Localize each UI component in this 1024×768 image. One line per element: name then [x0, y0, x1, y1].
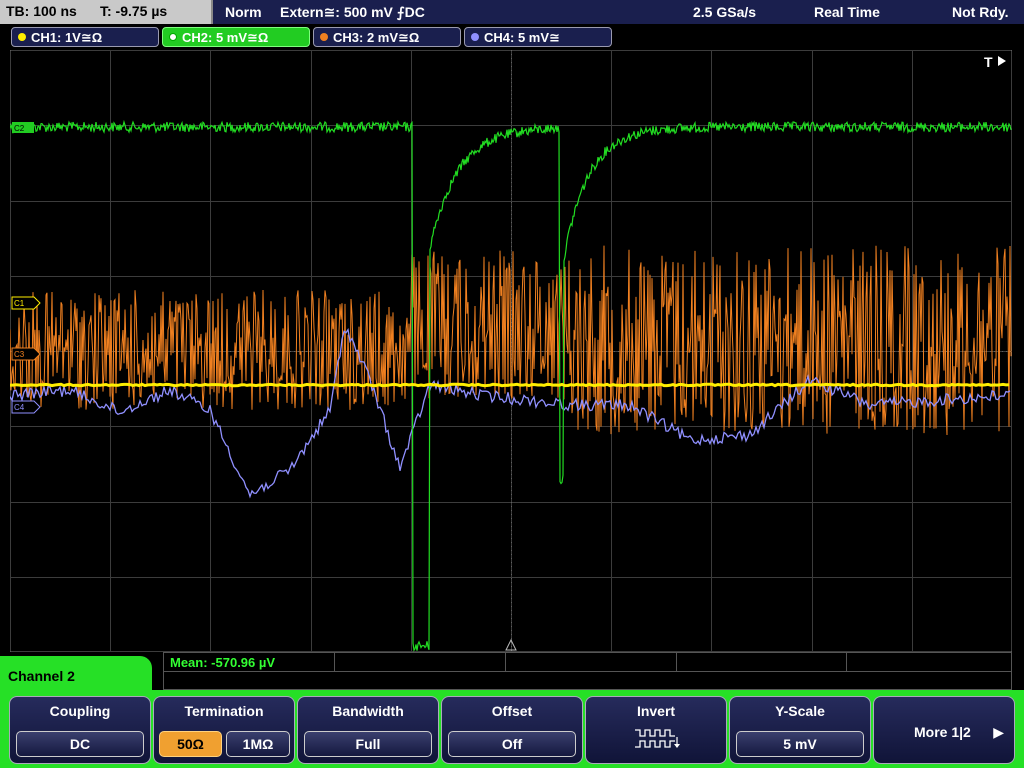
- yscale-button[interactable]: Y-Scale 5 mV: [729, 696, 871, 764]
- coupling-value[interactable]: DC: [16, 731, 144, 757]
- ch4-dot-icon: [471, 33, 479, 41]
- invert-button[interactable]: Invert: [585, 696, 727, 764]
- right-arrow-icon: ▶: [993, 724, 1004, 740]
- timebase-value: TB: 100 ns: [6, 3, 77, 19]
- meas-divider: [676, 653, 677, 671]
- ch3-label: CH3: 2 mV≅Ω: [333, 30, 420, 45]
- offset-value[interactable]: Off: [448, 731, 576, 757]
- termination-button[interactable]: Termination 50Ω 1MΩ: [153, 696, 295, 764]
- tab-ch1[interactable]: CH1: 1V≅Ω: [11, 27, 159, 47]
- trigger-marker-label: T: [984, 54, 993, 70]
- coupling-title: Coupling: [49, 703, 111, 719]
- meas-divider: [846, 653, 847, 671]
- c2-offset-marker[interactable]: C2: [12, 122, 34, 133]
- sample-rate: 2.5 GSa/s: [693, 4, 757, 20]
- meas-divider: [334, 653, 335, 671]
- timebase-box[interactable]: TB: 100 ns T: -9.75 µs: [0, 0, 213, 24]
- meas-divider: [505, 653, 506, 671]
- ch2-dot-icon: [169, 33, 177, 41]
- offset-title: Offset: [491, 703, 533, 719]
- tab-ch3[interactable]: CH3: 2 mV≅Ω: [313, 27, 461, 47]
- termination-50-option[interactable]: 50Ω: [159, 731, 222, 757]
- yscale-value[interactable]: 5 mV: [736, 731, 864, 757]
- tab-ch4[interactable]: CH4: 5 mV≅: [464, 27, 612, 47]
- bandwidth-button[interactable]: Bandwidth Full: [297, 696, 439, 764]
- soft-menu: Coupling DC Termination 50Ω 1MΩ Bandwidt…: [0, 690, 1024, 768]
- time-offset-value: T: -9.75 µs: [100, 3, 168, 19]
- c1-offset-marker[interactable]: C1: [11, 296, 41, 310]
- channel-bar: CH1: 1V≅Ω CH2: 5 mV≅Ω CH3: 2 mV≅Ω CH4: 5…: [0, 24, 1024, 50]
- meas-divider: [164, 671, 1011, 672]
- ch4-label: CH4: 5 mV≅: [484, 30, 560, 45]
- status-bar: TB: 100 ns T: -9.75 µs Norm Extern≅: 500…: [0, 0, 1024, 24]
- offset-button[interactable]: Offset Off: [441, 696, 583, 764]
- c2-marker-label: C2: [14, 124, 25, 133]
- invert-waveform-icon: [635, 729, 680, 748]
- yscale-title: Y-Scale: [775, 703, 825, 719]
- measurement-panel[interactable]: Mean: -570.96 µV: [163, 652, 1012, 690]
- trigger-mode[interactable]: Norm: [225, 4, 262, 20]
- c4-offset-marker[interactable]: C4: [11, 400, 41, 414]
- acquisition-mode: Real Time: [814, 4, 880, 20]
- trigger-state: Not Rdy.: [952, 4, 1009, 20]
- ch3-dot-icon: [320, 33, 328, 41]
- ch1-label: CH1: 1V≅Ω: [31, 30, 103, 45]
- tab-ch2[interactable]: CH2: 5 mV≅Ω: [162, 27, 310, 47]
- c1-marker-label: C1: [14, 299, 25, 308]
- bandwidth-title: Bandwidth: [332, 703, 404, 719]
- more-button[interactable]: More 1|2 ▶: [873, 696, 1015, 764]
- more-label: More 1|2: [914, 724, 971, 740]
- termination-1m-option[interactable]: 1MΩ: [226, 731, 290, 757]
- trigger-source[interactable]: Extern≅: 500 mV ⨍DC: [280, 4, 425, 21]
- termination-title: Termination: [184, 703, 264, 719]
- invert-title: Invert: [636, 703, 676, 719]
- c3-marker-label: C3: [14, 350, 25, 359]
- ch1-waveform: [10, 382, 1010, 388]
- c4-marker-label: C4: [14, 403, 25, 412]
- ch2-label: CH2: 5 mV≅Ω: [182, 30, 269, 45]
- mean-measurement: Mean: -570.96 µV: [170, 655, 276, 670]
- ch1-dot-icon: [18, 33, 26, 41]
- menu-title: Channel 2: [8, 668, 75, 684]
- coupling-button[interactable]: Coupling DC: [9, 696, 151, 764]
- waveform-display[interactable]: C2 C1 C3 C4 T: [10, 50, 1012, 652]
- bandwidth-value[interactable]: Full: [304, 731, 432, 757]
- c3-offset-marker[interactable]: C3: [11, 347, 41, 361]
